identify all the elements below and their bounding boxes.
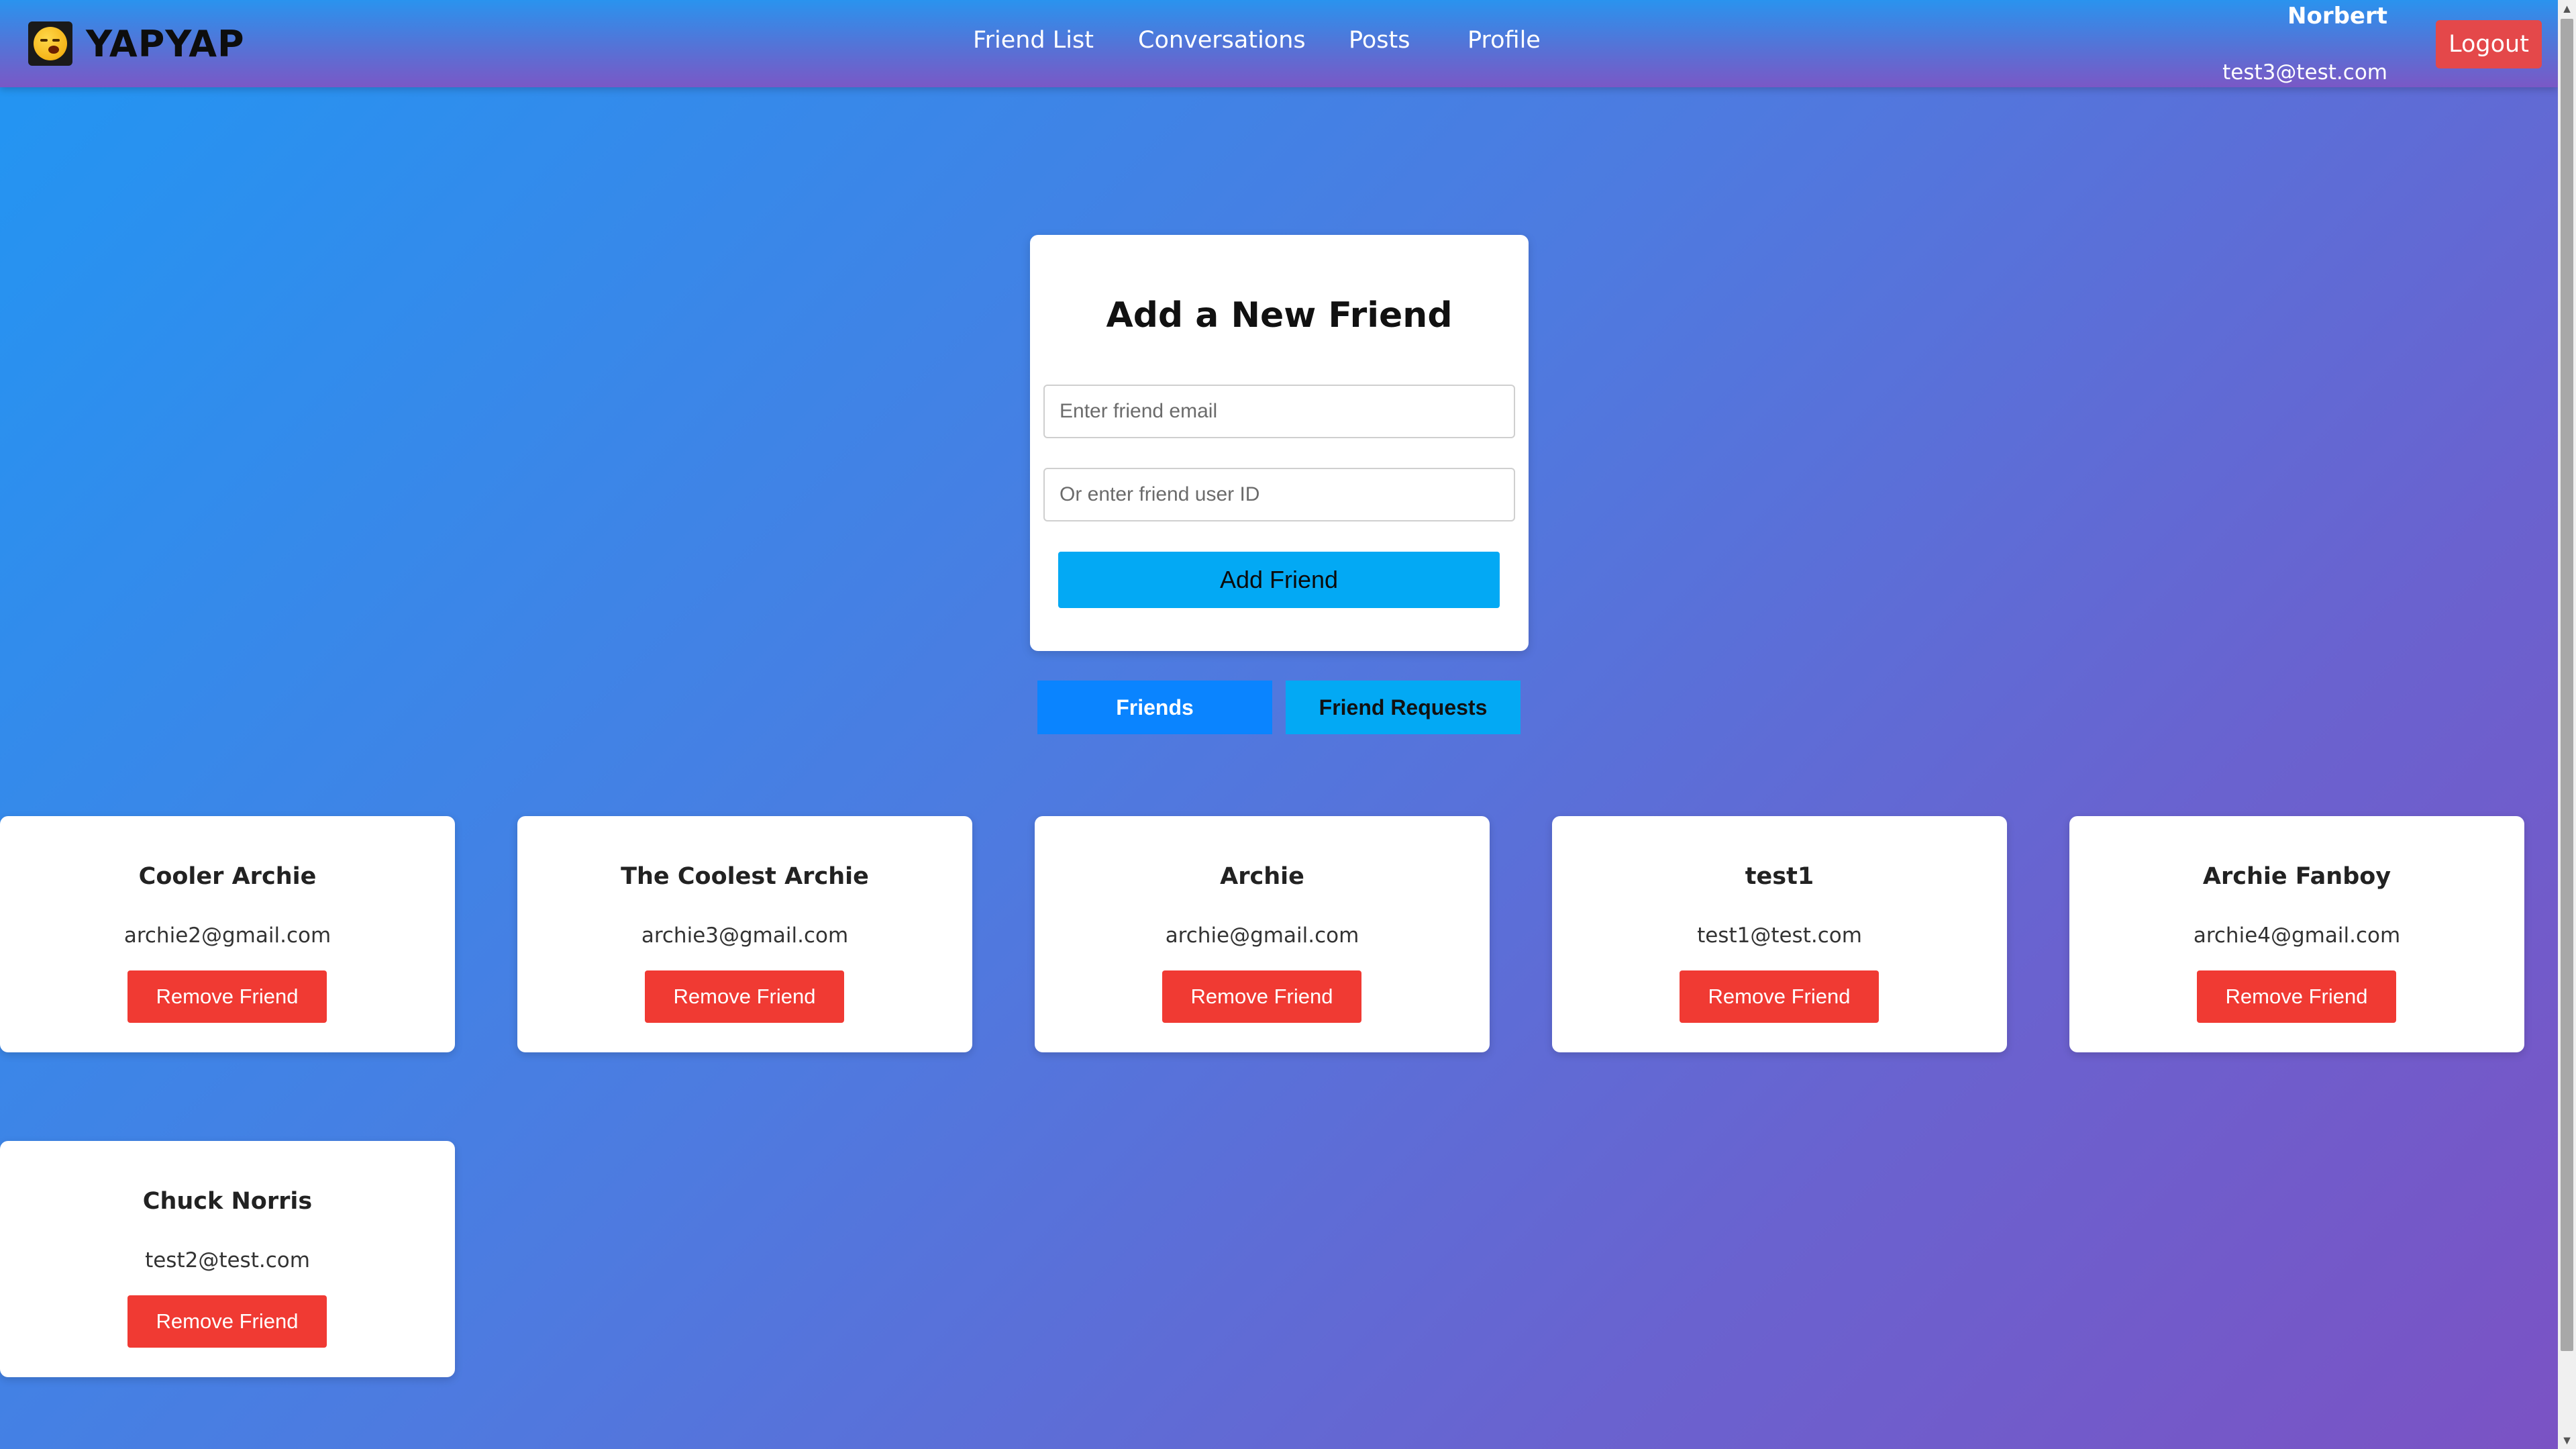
logout-button[interactable]: Logout xyxy=(2436,20,2542,68)
friend-name: test1 xyxy=(1745,863,1814,890)
friend-card: Archie archie@gmail.com Remove Friend xyxy=(1035,816,1490,1052)
friend-card: Cooler Archie archie2@gmail.com Remove F… xyxy=(0,816,455,1052)
remove-friend-button[interactable]: Remove Friend xyxy=(127,1295,327,1348)
friend-name: Archie xyxy=(1220,863,1304,890)
scroll-down-arrow-icon[interactable]: ▼ xyxy=(2558,1432,2576,1449)
friend-card: Archie Fanboy archie4@gmail.com Remove F… xyxy=(2069,816,2524,1052)
tab-friend-requests[interactable]: Friend Requests xyxy=(1286,681,1521,734)
scrollbar-thumb[interactable] xyxy=(2561,19,2573,1351)
vertical-scrollbar[interactable]: ▲ ▼ xyxy=(2558,0,2576,1449)
tab-friends[interactable]: Friends xyxy=(1037,681,1272,734)
friend-name: Archie Fanboy xyxy=(2202,863,2391,890)
friend-card: test1 test1@test.com Remove Friend xyxy=(1552,816,2007,1052)
friend-email: test1@test.com xyxy=(1697,923,1862,948)
top-navbar: YAPYAP Friend List Conversations Posts P… xyxy=(0,0,2558,87)
friend-email: archie3@gmail.com xyxy=(641,923,849,948)
add-friend-title: Add a New Friend xyxy=(1106,295,1453,336)
add-friend-card: Add a New Friend Add Friend xyxy=(1030,235,1529,651)
friend-email-input[interactable] xyxy=(1043,385,1515,438)
friend-card: Chuck Norris test2@test.com Remove Frien… xyxy=(0,1141,455,1377)
main-nav: Friend List Conversations Posts Profile xyxy=(0,27,2558,64)
friend-card: The Coolest Archie archie3@gmail.com Rem… xyxy=(517,816,972,1052)
user-name: Norbert xyxy=(2287,3,2387,30)
remove-friend-button[interactable]: Remove Friend xyxy=(2197,970,2396,1023)
friend-userid-input[interactable] xyxy=(1043,468,1515,521)
remove-friend-button[interactable]: Remove Friend xyxy=(1162,970,1361,1023)
user-email: test3@test.com xyxy=(2222,60,2387,85)
nav-posts[interactable]: Posts xyxy=(1349,27,1410,54)
friend-email: test2@test.com xyxy=(145,1248,310,1272)
remove-friend-button[interactable]: Remove Friend xyxy=(127,970,327,1023)
nav-conversations[interactable]: Conversations xyxy=(1138,27,1306,54)
friend-name: Chuck Norris xyxy=(142,1188,313,1215)
add-friend-button[interactable]: Add Friend xyxy=(1058,552,1500,608)
scroll-up-arrow-icon[interactable]: ▲ xyxy=(2558,0,2576,17)
app-viewport: YAPYAP Friend List Conversations Posts P… xyxy=(0,0,2558,1449)
remove-friend-button[interactable]: Remove Friend xyxy=(645,970,844,1023)
friend-name: The Coolest Archie xyxy=(621,863,869,890)
friend-email: archie@gmail.com xyxy=(1165,923,1359,948)
nav-friend-list[interactable]: Friend List xyxy=(973,27,1094,54)
friend-email: archie4@gmail.com xyxy=(2193,923,2401,948)
friend-name: Cooler Archie xyxy=(138,863,317,890)
remove-friend-button[interactable]: Remove Friend xyxy=(1680,970,1879,1023)
nav-profile[interactable]: Profile xyxy=(1467,27,1541,54)
friend-email: archie2@gmail.com xyxy=(123,923,331,948)
